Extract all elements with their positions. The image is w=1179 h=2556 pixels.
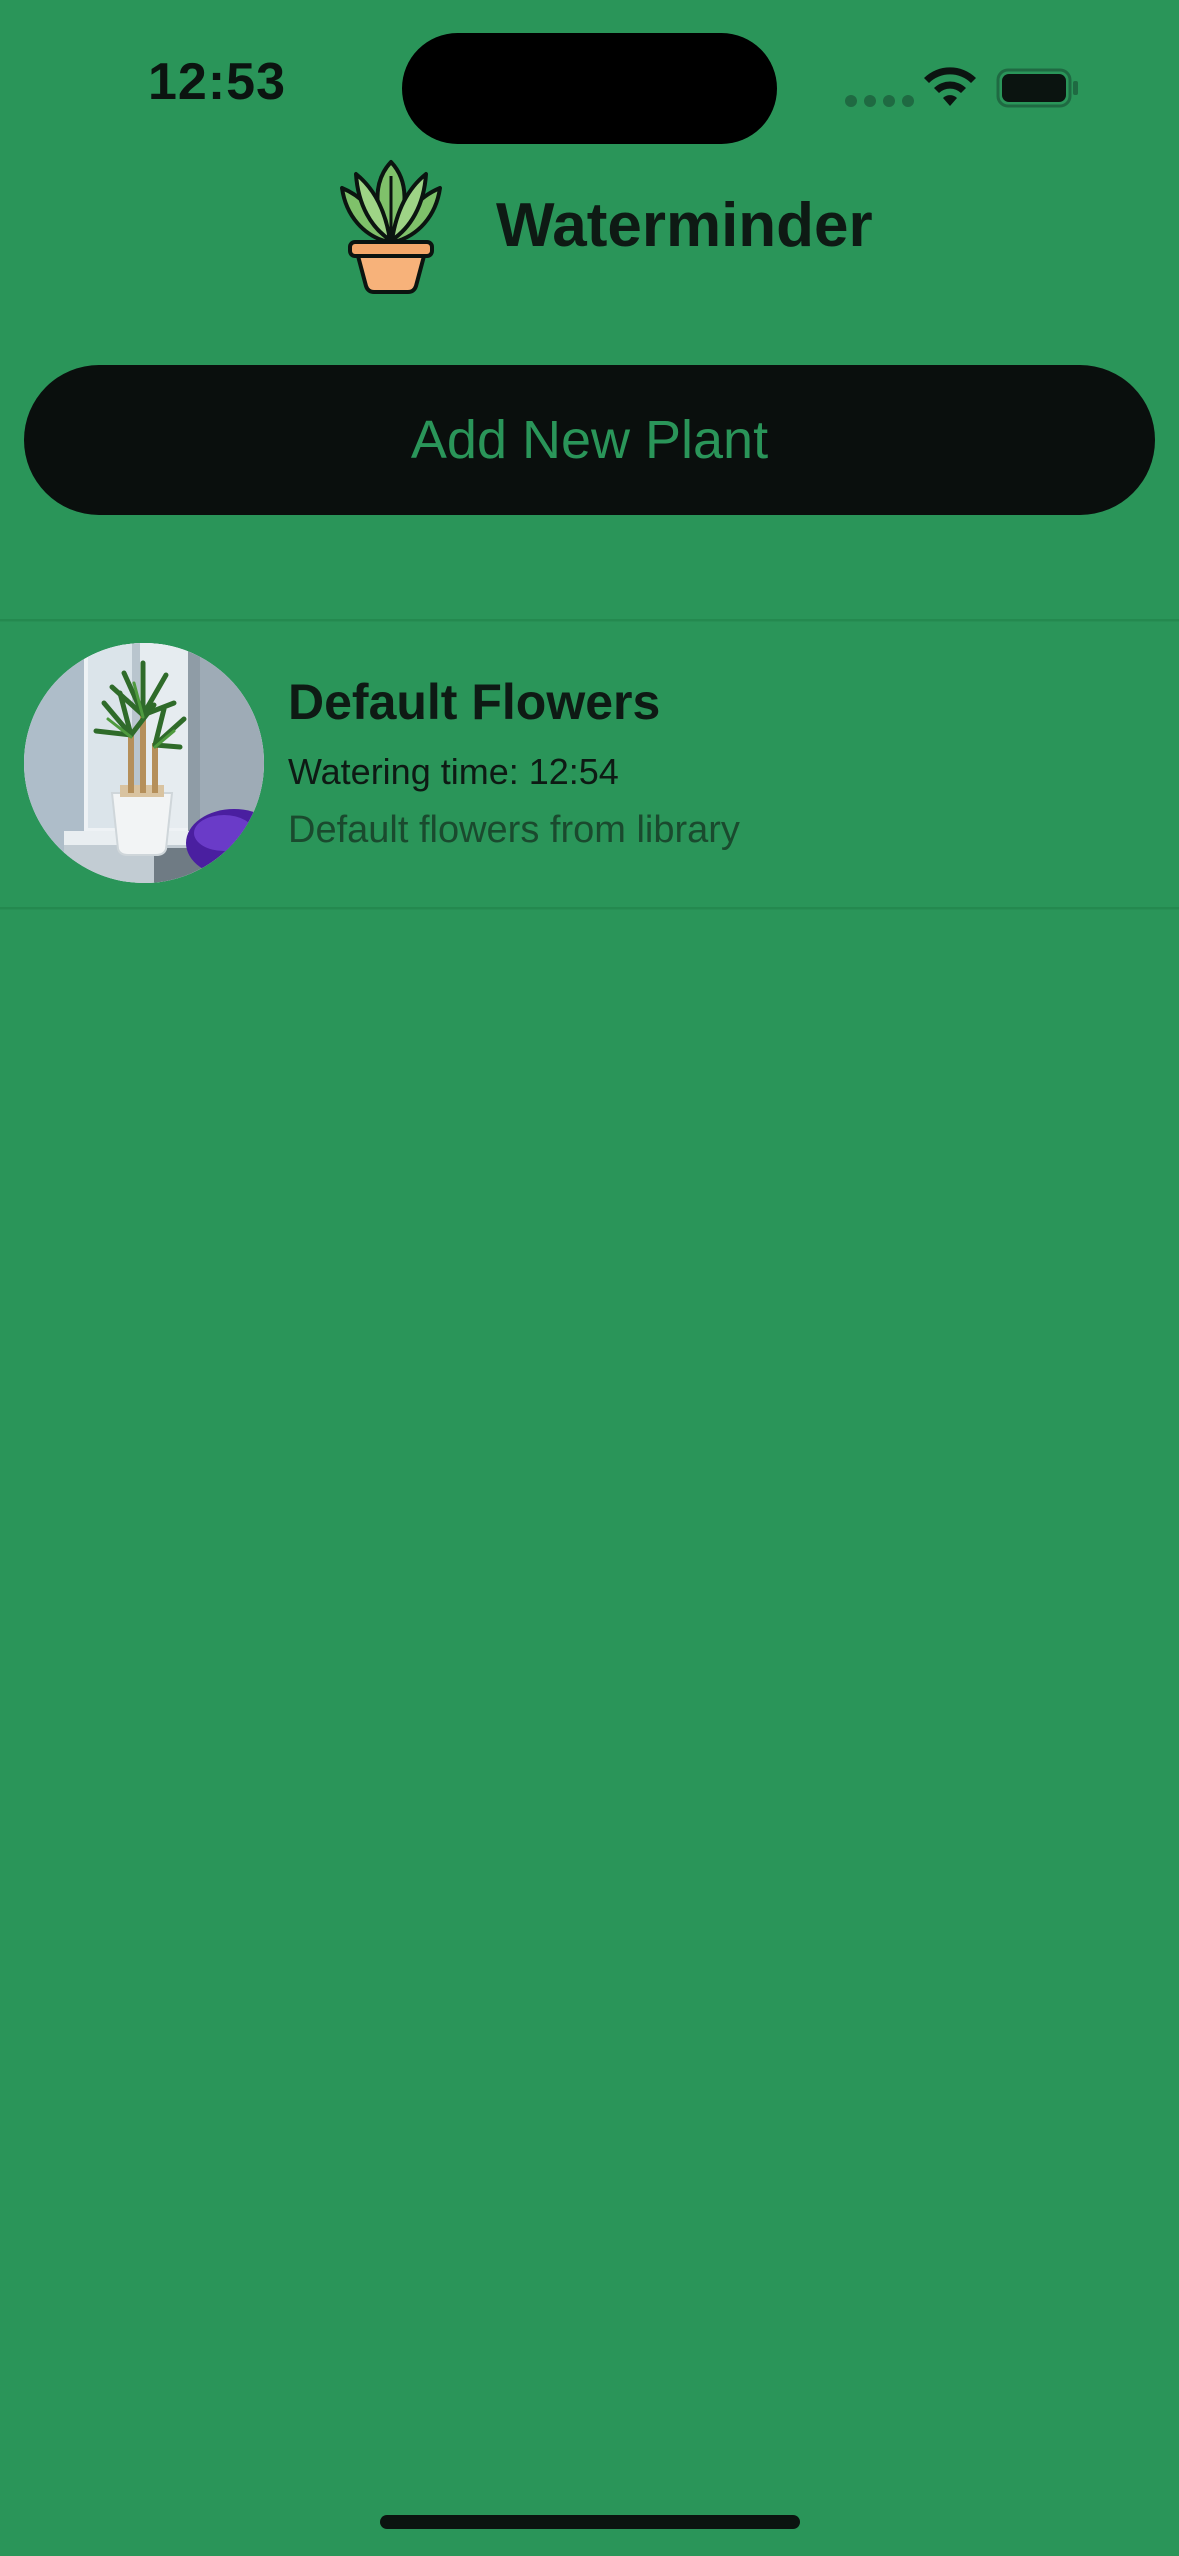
list-divider [0,907,1179,909]
plant-photo [24,643,264,883]
wifi-icon [924,67,976,106]
potted-plant-icon [340,160,442,294]
plant-list-item[interactable]: Default Flowers Watering time: 12:54 Def… [0,621,1179,907]
status-time: 12:53 [148,53,286,111]
add-new-plant-label: Add New Plant [410,410,769,470]
plant-name: Default Flowers [288,674,661,730]
battery-icon [996,68,1078,108]
cellular-signal-icon [845,95,914,107]
add-new-plant-button[interactable]: Add New Plant [24,365,1155,515]
plant-watering-time: Watering time: 12:54 [288,751,619,792]
plant-description: Default flowers from library [288,809,740,851]
dynamic-island [402,33,777,144]
app-title: Waterminder [496,191,873,260]
home-indicator[interactable] [380,2515,800,2529]
